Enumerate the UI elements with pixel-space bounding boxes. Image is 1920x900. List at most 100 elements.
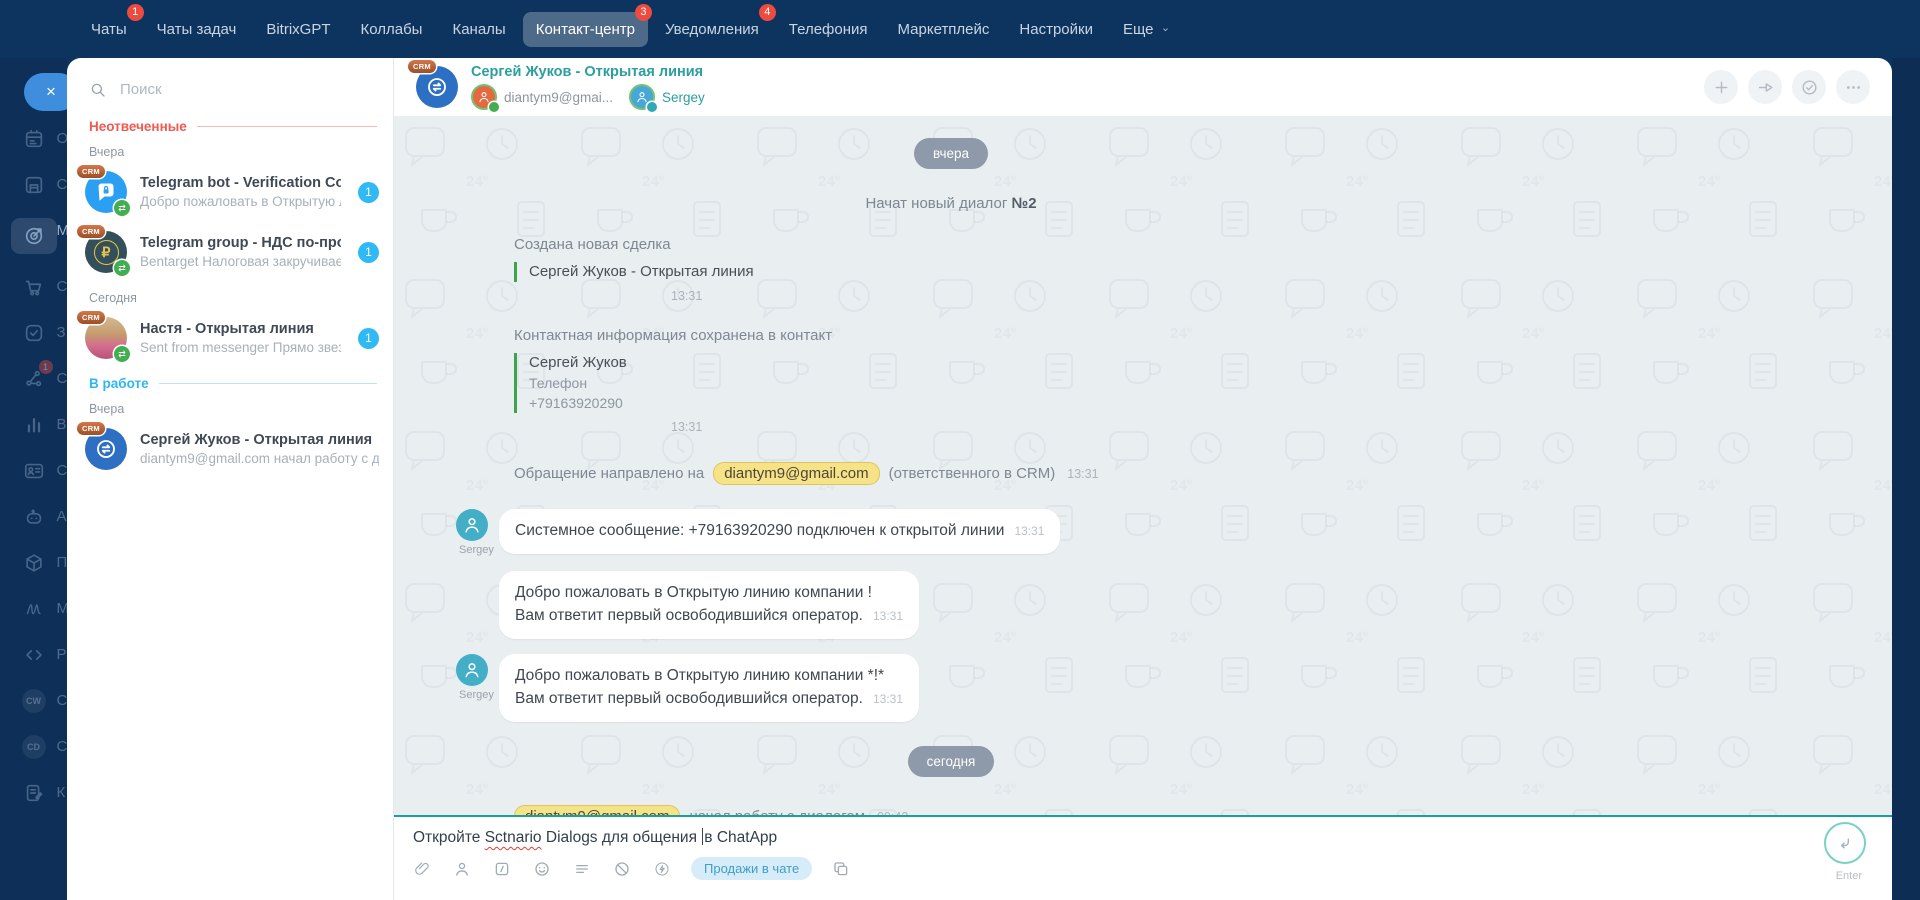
unread-badge: 1 bbox=[358, 242, 379, 263]
nav-item-5[interactable]: Контакт-центр3 bbox=[523, 12, 648, 47]
crm-badge: CRM bbox=[77, 225, 105, 238]
participant-chip[interactable]: diantym9@gmai... bbox=[471, 84, 613, 110]
system-notice: Начат новый диалог №2 bbox=[394, 195, 1508, 212]
nav-item-1[interactable]: Чаты задач bbox=[144, 12, 250, 47]
nav-item-10[interactable]: Еще bbox=[1110, 12, 1183, 47]
sender-avatar[interactable] bbox=[456, 509, 488, 541]
nav-item-4[interactable]: Каналы bbox=[439, 12, 518, 47]
chat-list-item[interactable]: ₽CRM⇄ Telegram group - НДС по-простом...… bbox=[67, 222, 393, 282]
unread-badge: 1 bbox=[358, 328, 379, 349]
rail-item-network-icon[interactable]: 1С bbox=[11, 366, 57, 392]
composer: Откройте Sctnario Dialogs для общения в … bbox=[394, 815, 1892, 900]
message-time: 13:31 bbox=[1014, 524, 1044, 538]
rail-item-doc-icon[interactable]: К bbox=[11, 780, 57, 806]
message-bubble[interactable]: Добро пожаловать в Открытую линию компан… bbox=[499, 571, 919, 639]
close-icon: × bbox=[46, 82, 56, 102]
message-area: 24° вчераНачат новый диалог №2Создана но… bbox=[394, 116, 1892, 815]
copy-icon[interactable] bbox=[832, 860, 850, 878]
message-bubble[interactable]: Добро пожаловать в Открытую линию компан… bbox=[499, 654, 919, 722]
rail-item-storage-icon[interactable]: С bbox=[11, 172, 57, 198]
message-input[interactable]: Откройте Sctnario Dialogs для общения в … bbox=[413, 828, 1892, 847]
sales-in-chat-chip[interactable]: Продажи в чате bbox=[691, 857, 812, 880]
attach-icon[interactable] bbox=[413, 860, 431, 878]
message-list: вчераНачат новый диалог №2Создана новая … bbox=[394, 116, 1892, 815]
nav-item-0[interactable]: Чаты1 bbox=[78, 12, 140, 47]
restrict-icon[interactable] bbox=[613, 860, 631, 878]
chat-title: Telegram group - НДС по-простом... bbox=[140, 235, 341, 251]
search-box[interactable] bbox=[67, 58, 393, 111]
participant-chip[interactable]: Sergey bbox=[629, 84, 705, 110]
rail-item-idcard-icon[interactable]: С bbox=[11, 458, 57, 484]
routing-notice: diantym9@gmail.comначал работу с диалого… bbox=[514, 805, 1892, 815]
chat-title: Сергей Жуков - Открытая линия bbox=[140, 432, 379, 448]
conversation-panel: CRM Сергей Жуков - Открытая линия dianty… bbox=[393, 58, 1892, 900]
date-group-label: Сегодня bbox=[67, 282, 393, 308]
nav-item-7[interactable]: Телефония bbox=[776, 12, 881, 47]
date-divider: вчера bbox=[394, 138, 1508, 169]
check-circle-icon bbox=[1800, 78, 1819, 97]
search-input[interactable] bbox=[118, 80, 342, 99]
participant-avatar bbox=[629, 84, 655, 110]
rail-item-robot-icon[interactable]: А bbox=[11, 504, 57, 530]
notification-badge: 3 bbox=[635, 4, 652, 21]
crm-event: Контактная информация сохранена в контак… bbox=[514, 327, 1892, 434]
rail-item-scribble-icon[interactable]: М bbox=[11, 596, 57, 622]
sender-name: Sergey bbox=[459, 689, 494, 701]
send-button[interactable] bbox=[1824, 822, 1866, 864]
conversation-header: CRM Сергей Жуков - Открытая линия dianty… bbox=[394, 58, 1892, 116]
add-button[interactable] bbox=[1704, 70, 1738, 104]
event-quote: Сергей ЖуковТелефон+79163920290 bbox=[514, 353, 1892, 413]
message-row: Добро пожаловать в Открытую линию компан… bbox=[456, 571, 1892, 639]
rail-item-cw-icon[interactable]: CWС bbox=[11, 688, 57, 714]
chat-last-message: Добро пожаловать в Открытую лини... bbox=[140, 194, 341, 209]
nav-item-2[interactable]: BitrixGPT bbox=[253, 12, 343, 47]
send-hint: Enter bbox=[1836, 870, 1862, 882]
message-row: SergeyСистемное сообщение: +79163920290 … bbox=[456, 509, 1892, 556]
chevron-down-icon bbox=[1161, 21, 1170, 30]
status-dot bbox=[647, 102, 657, 112]
crm-badge: CRM bbox=[77, 165, 105, 178]
quick-commands-icon[interactable] bbox=[653, 860, 671, 878]
rail-item-chart-icon[interactable]: В bbox=[11, 412, 57, 438]
rail-item-planner-icon[interactable]: О bbox=[11, 126, 57, 152]
participant-name: Sergey bbox=[662, 90, 705, 105]
chat-list-item[interactable]: CRM⇄ Настя - Открытая линия Sent from me… bbox=[67, 308, 393, 368]
rail-item-cd-icon[interactable]: CDС bbox=[11, 734, 57, 760]
chat-list-item[interactable]: CRM Сергей Жуков - Открытая линия dianty… bbox=[67, 419, 393, 479]
more-button[interactable] bbox=[1836, 70, 1870, 104]
connector-badge-icon: ⇄ bbox=[114, 200, 130, 216]
chat-list-item[interactable]: CRM⇄ Telegram bot - Verification Codes -… bbox=[67, 162, 393, 222]
nav-item-3[interactable]: Коллабы bbox=[347, 12, 435, 47]
rail-item-code-icon[interactable]: Р bbox=[11, 642, 57, 668]
left-rail-menu: ОСМСЗ1СВСАПМРCWСCDСК bbox=[0, 126, 67, 806]
sender-avatar[interactable] bbox=[456, 654, 488, 686]
contact-icon[interactable] bbox=[453, 860, 471, 878]
forward-button[interactable] bbox=[1748, 70, 1782, 104]
rail-item-cube-icon[interactable]: П bbox=[11, 550, 57, 576]
message-time: 13:31 bbox=[671, 420, 1892, 434]
message-bubble[interactable]: Системное сообщение: +79163920290 подклю… bbox=[499, 509, 1060, 554]
forward-icon bbox=[1756, 78, 1775, 97]
message-time: 13:31 bbox=[1067, 467, 1098, 481]
emoji-icon[interactable] bbox=[533, 860, 551, 878]
unread-badge: 1 bbox=[358, 182, 379, 203]
nav-item-6[interactable]: Уведомления4 bbox=[652, 12, 772, 47]
left-rail: × ОСМСЗ1СВСАПМРCWСCDСК bbox=[0, 58, 67, 900]
rail-item-target-icon[interactable]: М bbox=[11, 218, 57, 254]
misspelled-word: Sctnario bbox=[485, 829, 542, 846]
event-quote: Сергей Жуков - Открытая линия bbox=[514, 262, 1892, 282]
email-chip[interactable]: diantym9@gmail.com bbox=[713, 462, 879, 485]
chat-avatar-photo: CRM⇄ bbox=[85, 317, 127, 359]
quote-icon[interactable] bbox=[493, 860, 511, 878]
email-chip[interactable]: diantym9@gmail.com bbox=[514, 805, 680, 815]
rail-item-tasks-icon[interactable]: З bbox=[11, 320, 57, 346]
nav-item-9[interactable]: Настройки bbox=[1006, 12, 1106, 47]
chat-last-message: Sent from messenger Прямо звезда ст... bbox=[140, 340, 341, 355]
section-header: Неотвеченные bbox=[67, 111, 393, 136]
canned-replies-icon[interactable] bbox=[573, 860, 591, 878]
nav-item-8[interactable]: Маркетплейс bbox=[885, 12, 1003, 47]
rail-item-cart-icon[interactable]: С bbox=[11, 274, 57, 300]
dots-icon bbox=[1844, 78, 1863, 97]
complete-button[interactable] bbox=[1792, 70, 1826, 104]
conversation-avatar[interactable]: CRM bbox=[416, 66, 458, 108]
